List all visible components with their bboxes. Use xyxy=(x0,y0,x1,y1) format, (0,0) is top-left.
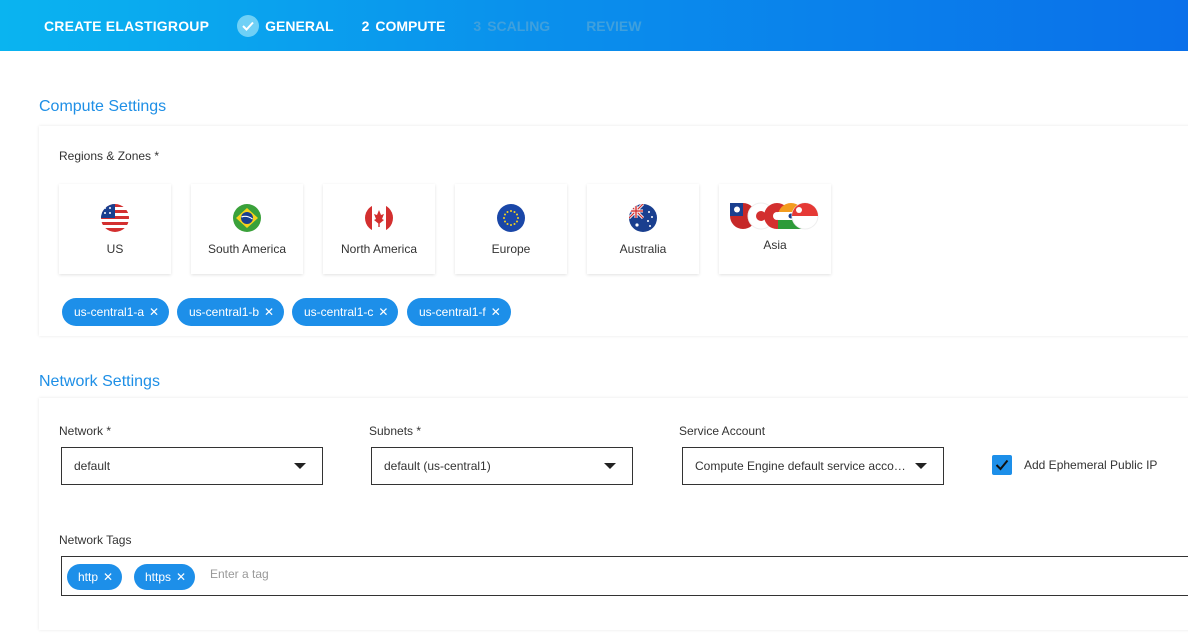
close-icon[interactable]: ✕ xyxy=(264,306,274,318)
subnets-label: Subnets * xyxy=(369,424,422,438)
tag-chip-https[interactable]: https ✕ xyxy=(134,564,196,590)
step-scaling-label: SCALING xyxy=(487,17,551,34)
region-us-label: US xyxy=(106,242,124,256)
region-asia[interactable]: Asia xyxy=(719,184,831,274)
australia-flag-icon xyxy=(629,204,657,232)
compute-settings-card: Regions & Zones * US South America North… xyxy=(39,126,1188,336)
service-account-select[interactable]: Compute Engine default service account xyxy=(682,447,944,485)
tag-input-placeholder[interactable]: Enter a tag xyxy=(210,567,269,581)
zone-chip-us-central1-f[interactable]: us-central1-f ✕ xyxy=(407,298,511,326)
close-icon[interactable]: ✕ xyxy=(378,306,388,318)
zone-chip-label: us-central1-a xyxy=(74,305,145,319)
close-icon[interactable]: ✕ xyxy=(176,570,186,584)
check-circle-icon xyxy=(237,14,260,37)
region-south-america[interactable]: South America xyxy=(191,184,303,274)
service-account-select-value: Compute Engine default service account xyxy=(695,459,911,473)
network-select[interactable]: default xyxy=(61,447,323,485)
step-scaling[interactable]: 3 SCALING xyxy=(473,18,550,34)
region-us[interactable]: US xyxy=(59,184,171,274)
close-icon[interactable]: ✕ xyxy=(103,570,113,584)
step-compute-number: 2 xyxy=(361,17,370,34)
subnets-select[interactable]: default (us-central1) xyxy=(371,447,633,485)
step-review[interactable]: REVIEW xyxy=(586,18,641,34)
zone-chip-label: us-central1-b xyxy=(189,305,260,319)
region-australia[interactable]: Australia xyxy=(587,184,699,274)
us-flag-icon xyxy=(101,204,129,232)
wizard-title: CREATE ELASTIGROUP xyxy=(44,17,210,34)
zone-chip-label: us-central1-c xyxy=(304,305,374,319)
close-icon[interactable]: ✕ xyxy=(149,306,159,318)
ephemeral-ip-checkbox[interactable] xyxy=(992,455,1012,475)
zone-chip-label: us-central1-f xyxy=(419,305,486,319)
close-icon[interactable]: ✕ xyxy=(491,306,501,318)
network-tags-input[interactable]: http ✕ https ✕ Enter a tag xyxy=(61,556,1188,596)
step-compute[interactable]: 2 COMPUTE xyxy=(362,18,446,34)
network-select-value: default xyxy=(74,459,111,473)
network-tags-label: Network Tags xyxy=(59,533,132,547)
caret-down-icon xyxy=(294,463,306,469)
caret-down-icon xyxy=(915,463,927,469)
region-europe[interactable]: Europe xyxy=(455,184,567,274)
canada-flag-icon xyxy=(365,204,393,232)
network-settings-card: Network * default Subnets * default (us-… xyxy=(39,398,1188,630)
zone-chip-us-central1-a[interactable]: us-central1-a ✕ xyxy=(62,298,170,326)
step-review-label: REVIEW xyxy=(586,17,642,34)
check-icon xyxy=(995,459,1009,471)
asia-flags-icon xyxy=(730,202,819,230)
network-settings-title: Network Settings xyxy=(39,373,160,390)
network-label: Network * xyxy=(59,424,112,438)
wizard-header: CREATE ELASTIGROUP GENERAL 2 COMPUTE 3 S… xyxy=(0,0,1188,51)
region-australia-label: Australia xyxy=(619,242,667,256)
step-general-label: GENERAL xyxy=(265,17,334,34)
step-scaling-number: 3 xyxy=(473,17,482,34)
tag-chip-http[interactable]: http ✕ xyxy=(67,564,123,590)
regions-label: Regions & Zones * xyxy=(59,149,160,163)
caret-down-icon xyxy=(604,463,616,469)
region-asia-label: Asia xyxy=(763,238,787,252)
step-compute-label: COMPUTE xyxy=(375,17,446,34)
brazil-flag-icon xyxy=(233,204,261,232)
compute-settings-title: Compute Settings xyxy=(39,98,167,115)
zone-chip-us-central1-b[interactable]: us-central1-b ✕ xyxy=(177,298,285,326)
eu-flag-icon xyxy=(497,204,525,232)
subnets-select-value: default (us-central1) xyxy=(384,459,491,473)
ephemeral-ip-label: Add Ephemeral Public IP xyxy=(1024,458,1158,472)
service-account-label: Service Account xyxy=(679,424,766,438)
step-general[interactable]: GENERAL xyxy=(237,14,334,37)
zone-chip-us-central1-c[interactable]: us-central1-c ✕ xyxy=(292,298,399,326)
region-north-america[interactable]: North America xyxy=(323,184,435,274)
region-north-america-label: North America xyxy=(340,242,418,256)
tag-chip-label: http xyxy=(78,570,99,584)
region-europe-label: Europe xyxy=(491,242,531,256)
tag-chip-label: https xyxy=(145,570,172,584)
region-south-america-label: South America xyxy=(207,242,287,256)
